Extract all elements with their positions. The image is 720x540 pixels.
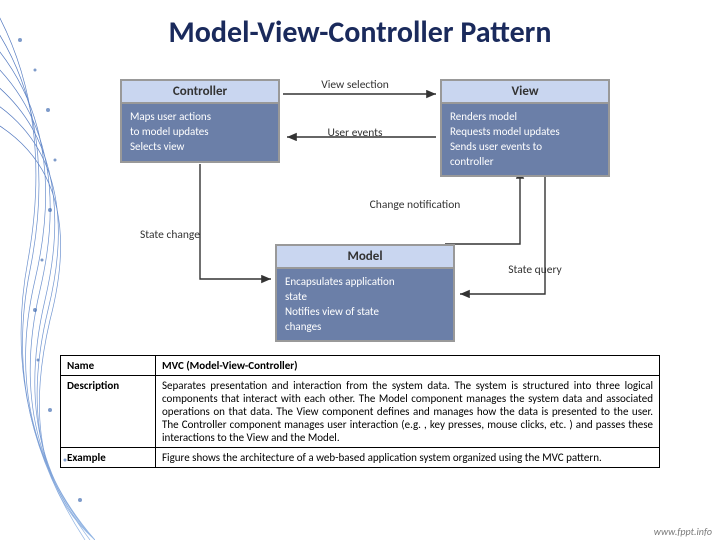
label-user-events: User events xyxy=(295,127,415,141)
label-view-selection: View selection xyxy=(295,79,415,93)
pattern-table: Name MVC (Model-View-Controller) Descrip… xyxy=(60,355,660,468)
cell-value: Separates presentation and interaction f… xyxy=(156,376,660,448)
table-row: Name MVC (Model-View-Controller) xyxy=(61,356,660,376)
mvc-diagram: Controller Maps user actions to model up… xyxy=(90,69,630,349)
table-row: Description Separates presentation and i… xyxy=(61,376,660,448)
cell-key: Description xyxy=(61,376,156,448)
model-head: Model xyxy=(277,246,453,269)
cell-key: Name xyxy=(61,356,156,376)
slide-title: Model-View-Controller Pattern xyxy=(0,0,720,51)
footer-watermark: www.fppt.info xyxy=(654,525,712,538)
label-state-change: State change xyxy=(130,229,210,243)
controller-box: Controller Maps user actions to model up… xyxy=(120,79,280,163)
controller-body: Maps user actions to model updates Selec… xyxy=(122,104,278,161)
controller-head: Controller xyxy=(122,81,278,104)
cell-value: Figure shows the architecture of a web-b… xyxy=(156,448,660,468)
table-row: Example Figure shows the architecture of… xyxy=(61,448,660,468)
view-box: View Renders model Requests model update… xyxy=(440,79,610,177)
label-change-notification: Change notification xyxy=(365,199,465,213)
cell-value: MVC (Model-View-Controller) xyxy=(156,356,660,376)
cell-key: Example xyxy=(61,448,156,468)
view-head: View xyxy=(442,81,608,104)
model-box: Model Encapsulates application state Not… xyxy=(275,244,455,342)
label-state-query: State query xyxy=(490,264,580,278)
model-body: Encapsulates application state Notifies … xyxy=(277,269,453,340)
view-body: Renders model Requests model updates Sen… xyxy=(442,104,608,175)
